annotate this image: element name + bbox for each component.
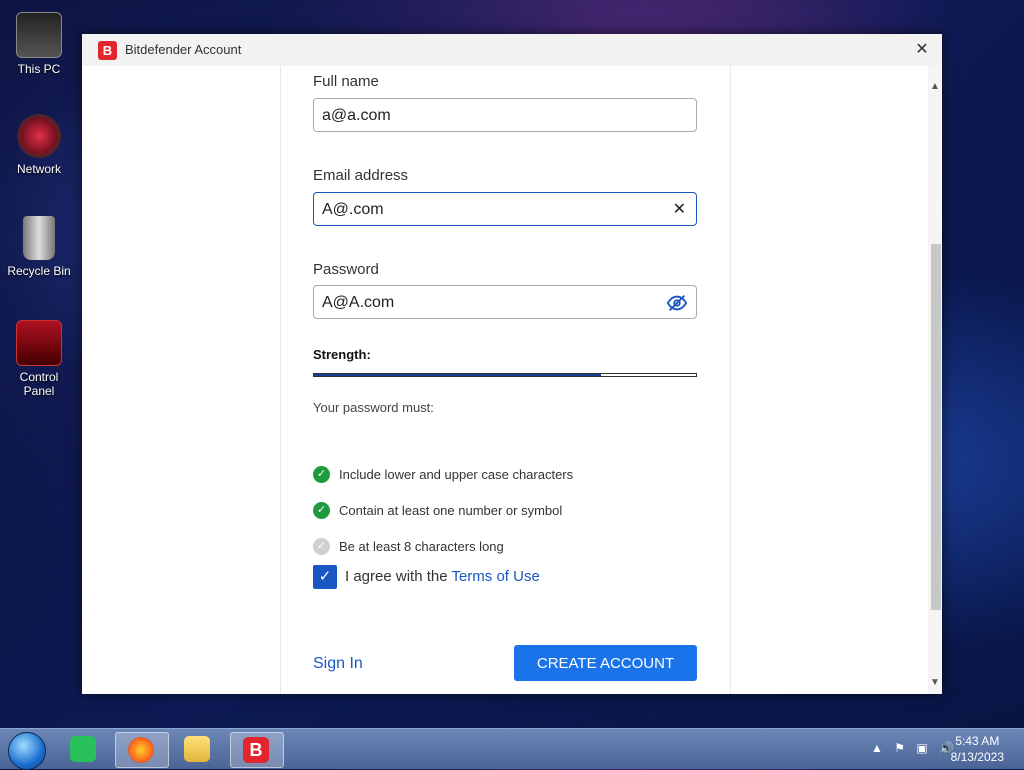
network-icon [17,114,61,158]
agree-text: I agree with the [345,567,448,585]
desktop-icon-network[interactable]: Network [4,114,74,176]
desktop-icon-label: This PC [17,62,61,76]
clock-date: 8/13/2023 [950,750,1004,764]
firefox-icon [128,737,154,763]
check-circle-icon: ✓ [313,502,330,520]
password-field[interactable]: A@A.com [313,285,697,319]
desktop-icon-label: Control Panel [19,370,59,398]
strength-label: Strength: [313,347,371,362]
requirement-item: ✓ Contain at least one number or symbol [313,502,562,520]
requirements-title: Your password must: [313,400,434,415]
desktop-icon-label: Network [16,162,61,176]
terms-checkbox[interactable]: ✓ [313,565,337,589]
strength-meter-fill [314,374,601,376]
title-bar[interactable]: B Bitdefender Account ✕ [82,34,942,66]
divider [730,66,731,694]
start-button[interactable] [8,732,46,770]
eye-slash-icon[interactable] [666,286,688,320]
terms-agreement: ✓ I agree with the Terms of Use [313,565,540,589]
folder-icon [184,736,210,762]
desktop-icon-this-pc[interactable]: This PC [4,12,74,76]
sign-in-link[interactable]: Sign In [313,655,363,673]
password-value: A@A.com [322,294,395,311]
password-label: Password [313,261,379,278]
check-circle-icon: ✓ [313,466,330,484]
control-panel-icon [16,320,62,366]
taskbar-app-bitdefender[interactable]: B [230,732,284,768]
desktop-icon-recycle-bin[interactable]: Recycle Bin [4,216,74,278]
clock-time: 5:43 AM [955,734,1000,748]
create-account-button[interactable]: CREATE ACCOUNT [514,645,697,681]
scroll-down-icon[interactable]: ▼ [928,674,942,692]
clear-icon[interactable]: ✕ [673,193,686,227]
computer-icon [16,12,62,58]
desktop-icon-control-panel[interactable]: Control Panel [4,320,74,398]
email-value: A@.com [322,201,384,218]
email-field[interactable]: A@.com ✕ [313,192,697,226]
close-button[interactable]: ✕ [910,38,934,62]
strength-meter [313,373,697,377]
bitdefender-icon: B [243,737,269,763]
check-circle-icon: ✓ [313,538,330,556]
form-content: Full name a@a.com Email address A@.com ✕… [82,66,928,694]
scrollbar-thumb[interactable] [931,244,941,610]
requirement-item: ✓ Include lower and upper case characters [313,466,573,484]
divider [280,66,281,694]
taskbar-app-greenshot[interactable] [58,732,110,766]
email-label: Email address [313,167,409,184]
recycle-bin-icon [23,216,55,260]
requirement-item: ✓ Be at least 8 characters long [313,538,504,556]
taskbar: B ▲ ⚑ ▣ 🔊 5:43 AM 8/13/2023 [0,728,1024,770]
tray-expand-icon[interactable]: ▲ [871,741,883,755]
bitdefender-logo-icon: B [98,41,117,60]
desktop-icon-label: Recycle Bin [7,264,71,278]
taskbar-app-file-explorer[interactable] [172,732,224,766]
greenshot-icon [70,736,96,762]
terms-of-use-link[interactable]: Terms of Use [451,568,539,585]
full-name-label: Full name [313,73,379,90]
scrollbar[interactable]: ▲ ▼ [928,66,942,694]
bitdefender-account-window: B Bitdefender Account ✕ Full name a@a.co… [82,34,942,694]
scroll-up-icon[interactable]: ▲ [928,78,942,96]
window-title: Bitdefender Account [125,42,242,57]
system-tray: ▲ ⚑ ▣ 🔊 [863,741,954,755]
full-name-value: a@a.com [322,107,391,124]
taskbar-app-firefox[interactable] [115,732,169,768]
full-name-field[interactable]: a@a.com [313,98,697,132]
network-tray-icon[interactable]: ▣ [916,741,927,755]
clock[interactable]: 5:43 AM 8/13/2023 [951,733,1004,765]
action-center-flag-icon[interactable]: ⚑ [894,741,905,755]
